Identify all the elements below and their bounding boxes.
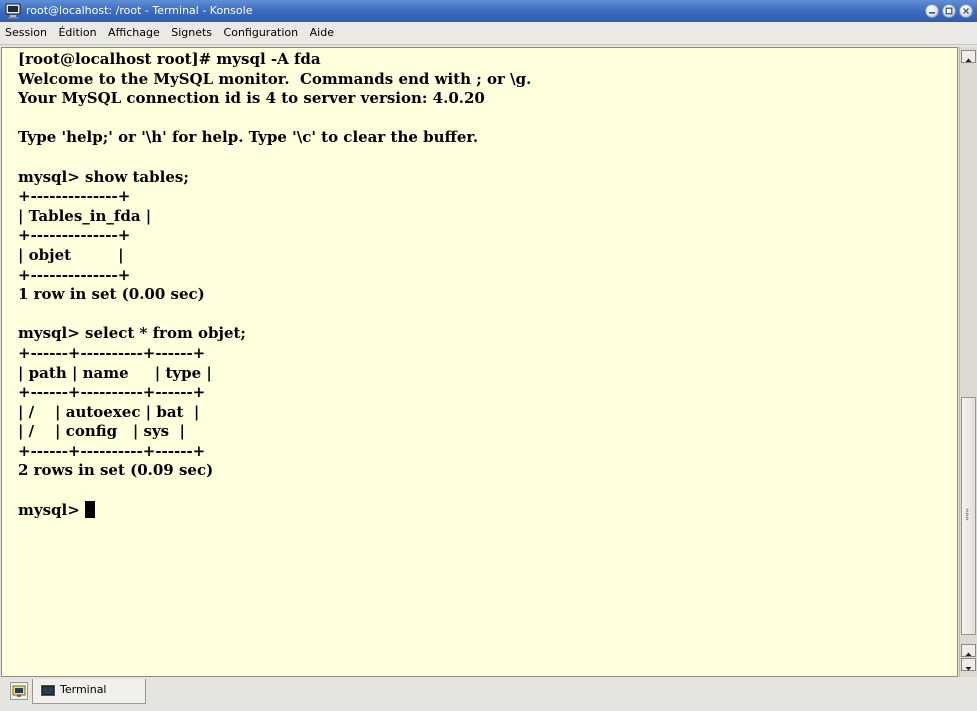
terminal-line: +--------------+ [18,265,131,284]
arrow-up-icon [965,58,972,62]
terminal-line: Welcome to the MySQL monitor. Commands e… [18,69,532,88]
konsole-monitor-icon[interactable] [5,3,21,19]
menu-configuration[interactable]: Configuration [219,22,302,44]
minimize-icon[interactable] [925,4,939,18]
terminal-line: +------+----------+------+ [18,441,206,460]
menu-aide[interactable]: Aide [305,22,337,44]
text-cursor [85,500,96,518]
close-icon[interactable] [959,4,973,18]
terminal-line: | objet | [18,245,124,264]
terminal-line: +--------------+ [18,226,131,245]
menu-edition[interactable]: Édition [53,22,99,44]
konsole-window: root@localhost: /root - Terminal - Konso… [0,0,977,711]
scroll-down-button[interactable] [961,658,976,671]
scroll-up-button-lower[interactable] [961,644,976,657]
terminal-output[interactable]: [root@localhost root]# mysql -A fda Welc… [18,50,531,520]
terminal-prompt: mysql> [18,500,86,519]
terminal-line: | Tables_in_fda | [18,206,152,225]
terminal-line: 1 row in set (0.00 sec) [18,285,205,304]
scroll-thumb[interactable] [961,397,976,635]
terminal-line: | / | autoexec | bat | [18,402,200,421]
terminal-line: +------+----------+------+ [18,383,206,402]
terminal-line: | path | name | type | [18,363,212,382]
menu-affichage[interactable]: Affichage [103,22,163,44]
terminal-line: mysql> show tables; [18,167,189,186]
menu-signets[interactable]: Signets [166,22,215,44]
terminal-icon [41,685,55,696]
tab-terminal[interactable]: Terminal [32,679,146,704]
terminal-line: Type 'help;' or '\h' for help. Type '\c'… [18,128,479,147]
grip-icon [965,508,969,521]
maximize-icon[interactable] [942,4,956,18]
terminal-line: [root@localhost root]# mysql -A fda [18,50,321,68]
menu-bar: Session Édition Affichage Signets Config… [0,22,977,45]
title-bar[interactable]: root@localhost: /root - Terminal - Konso… [0,0,977,22]
terminal-line: | / | config | sys | [18,422,186,441]
menu-session[interactable]: Session [0,22,50,44]
vertical-scrollbar[interactable] [959,47,977,677]
terminal-line: +------+----------+------+ [18,343,206,362]
terminal-line: +--------------+ [18,187,131,206]
new-session-button[interactable] [10,682,28,700]
terminal-line: Your MySQL connection id is 4 to server … [18,89,485,108]
session-tab-bar: Terminal [0,679,977,711]
window-title: root@localhost: /root - Terminal - Konso… [26,4,253,17]
scroll-up-button[interactable] [961,50,976,63]
terminal-line: mysql> select * from objet; [18,324,246,343]
tab-label: Terminal [60,683,107,696]
arrow-down-icon [965,667,972,671]
terminal-line: 2 rows in set (0.09 sec) [18,461,214,480]
new-session-icon [12,685,26,697]
